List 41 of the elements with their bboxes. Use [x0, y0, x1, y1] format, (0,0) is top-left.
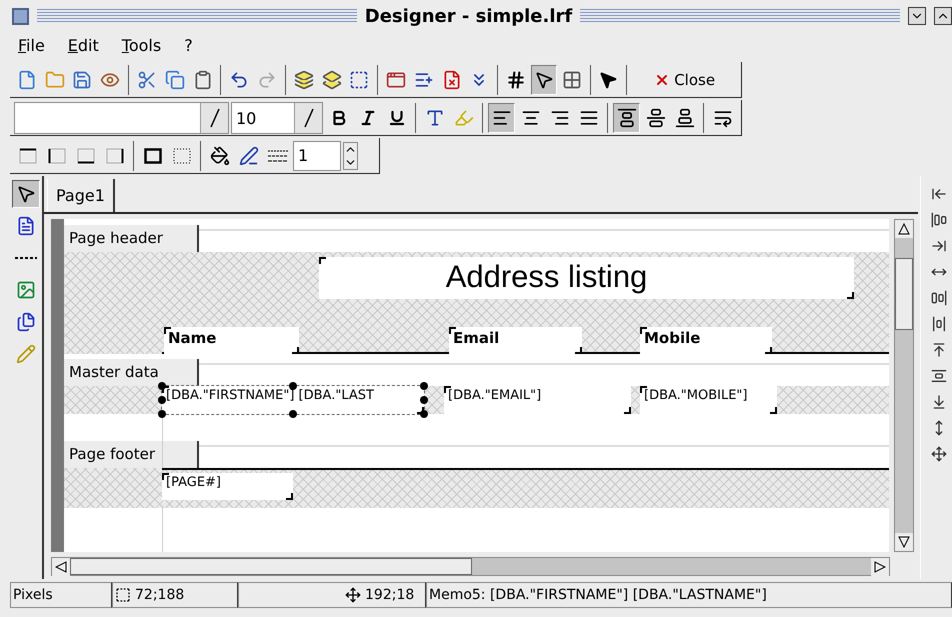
selection-handle[interactable] — [289, 410, 297, 418]
close-button[interactable]: Close — [632, 64, 737, 94]
data-field-memo[interactable]: [PAGE#] — [162, 473, 293, 500]
triangle-right-icon — [874, 561, 886, 573]
position-value: 72;188 — [135, 587, 184, 603]
triangle-left-icon — [55, 561, 67, 573]
column-header-memo[interactable]: Email — [449, 327, 582, 354]
maximize-button[interactable] — [934, 7, 952, 25]
column-header-memo[interactable]: Name — [164, 327, 299, 354]
menu-item[interactable]: Edit — [68, 36, 99, 54]
pointer-icon[interactable] — [12, 180, 40, 208]
align-top-icon[interactable] — [613, 102, 640, 132]
font-size-combo[interactable]: 10 — [231, 102, 323, 134]
window-title: Designer - simple.lrf — [364, 6, 572, 26]
triangle-down-icon — [898, 536, 910, 548]
snap-to-grid-icon[interactable] — [531, 64, 557, 94]
menu-item[interactable]: File — [18, 36, 45, 54]
line-width-field[interactable]: 1 — [293, 140, 341, 170]
data-field-memo[interactable]: [DBA."MOBILE"] — [640, 386, 777, 414]
menu-item[interactable]: Tools — [122, 36, 162, 54]
menu-item[interactable]: ? — [184, 36, 193, 54]
align-left-icon[interactable] — [488, 102, 515, 132]
triangle-up-icon — [898, 223, 910, 235]
selection-handle[interactable] — [289, 382, 297, 390]
window-menu-icon[interactable] — [12, 8, 29, 24]
spin-buttons[interactable] — [343, 142, 358, 170]
band-label[interactable]: Page footer — [64, 441, 199, 468]
column-header-memo[interactable]: Mobile — [640, 327, 772, 354]
band-label[interactable]: Page header — [64, 225, 199, 252]
size-value: 192;18 — [365, 587, 414, 603]
page-tab[interactable]: Page1 — [47, 179, 115, 212]
band-label[interactable]: Master data — [64, 359, 199, 386]
position-icon — [115, 587, 131, 603]
report-title-memo[interactable]: Address listing — [319, 257, 854, 299]
units-label: Pixels — [13, 587, 53, 603]
minimize-button[interactable] — [908, 7, 926, 25]
size-icon — [345, 587, 361, 603]
data-field-memo[interactable]: [DBA."EMAIL"] — [444, 386, 631, 414]
vertical-scrollbar[interactable] — [894, 219, 914, 552]
status-message: Memo5: [DBA."FIRSTNAME"] [DBA."LASTNAME"] — [429, 587, 767, 603]
font-name-combo[interactable] — [14, 102, 229, 134]
